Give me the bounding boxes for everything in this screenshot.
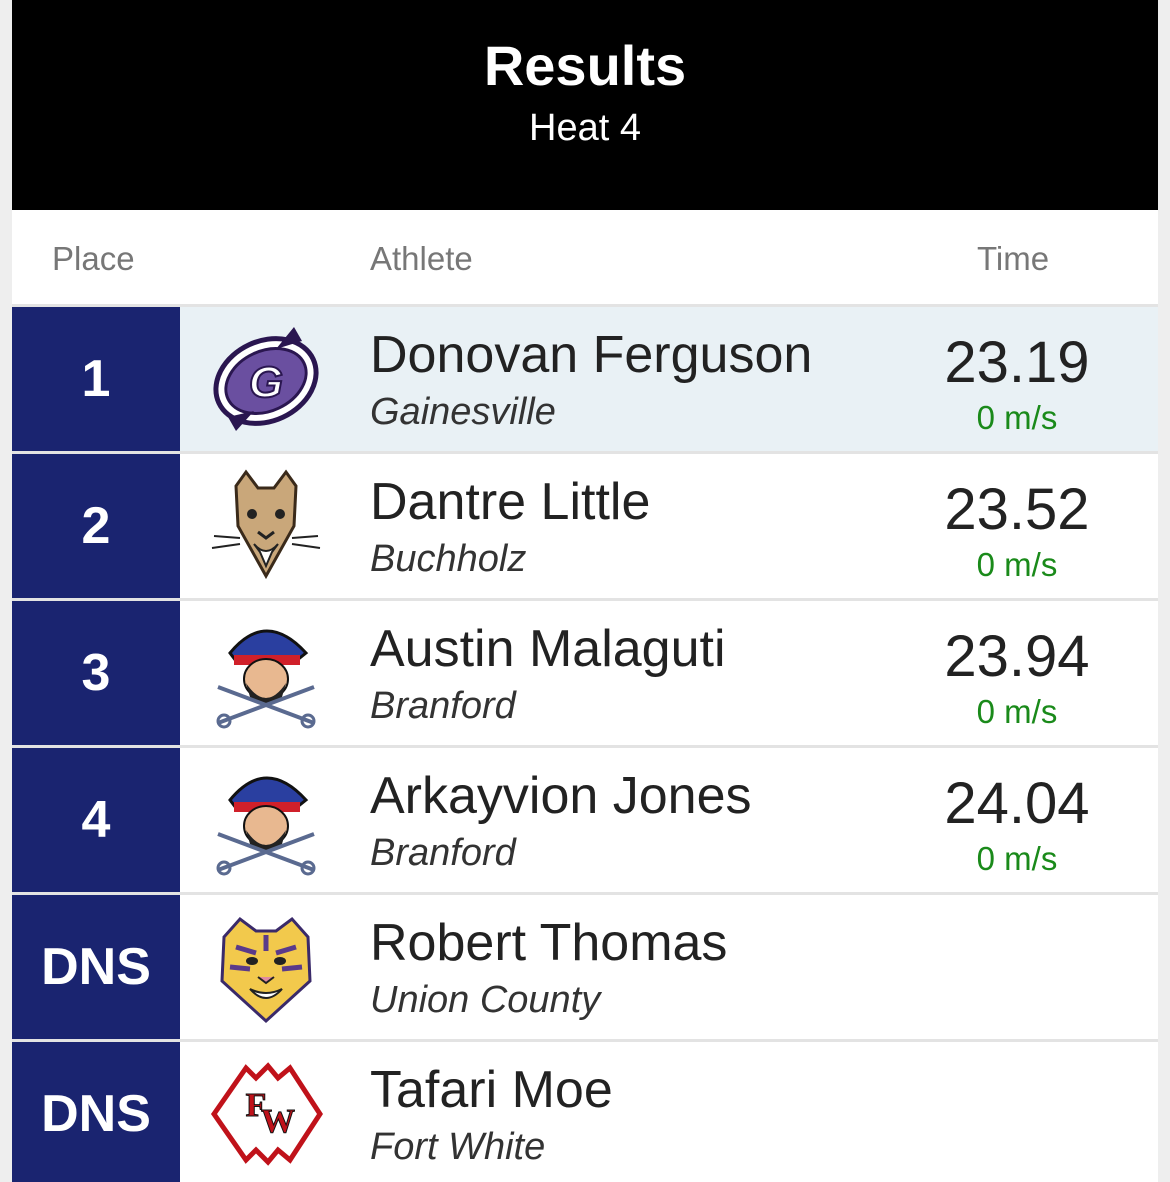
team-name: Union County xyxy=(370,979,601,1021)
arrowhead-logo-icon: F W xyxy=(206,1054,326,1174)
athlete-name: Austin Malaguti xyxy=(370,620,726,678)
athlete-name: Tafari Moe xyxy=(370,1061,613,1119)
table-header: Place Athlete Time xyxy=(12,210,1158,307)
table-row[interactable]: DNS Robert Thomas Union County xyxy=(12,895,1158,1042)
pirate-logo-icon xyxy=(206,613,326,733)
team-name: Branford xyxy=(370,685,516,727)
result-time: 23.52 xyxy=(944,477,1090,542)
table-row[interactable]: 2 Dantre Little Buchholz 23.52 0 m/s xyxy=(12,454,1158,601)
gainesville-logo-icon: G xyxy=(206,319,326,439)
team-name: Gainesville xyxy=(370,391,556,433)
bobcat-logo-icon xyxy=(206,466,326,586)
table-row[interactable]: DNS F W Tafari Moe Fort White xyxy=(12,1042,1158,1182)
athlete-name: Robert Thomas xyxy=(370,914,728,972)
results-card: Results Heat 4 Place Athlete Time 1 G Do… xyxy=(12,0,1158,1182)
place-cell: DNS xyxy=(12,1042,180,1182)
wind-reading: 0 m/s xyxy=(976,546,1058,583)
table-row[interactable]: 3 Austin Malaguti Branford 23.94 0 m/s xyxy=(12,601,1158,748)
wind-reading: 0 m/s xyxy=(976,840,1058,877)
team-name: Fort White xyxy=(370,1126,546,1168)
place-cell: DNS xyxy=(12,895,180,1039)
column-header-athlete: Athlete xyxy=(370,240,473,277)
heat-subtitle: Heat 4 xyxy=(529,107,641,149)
table-row[interactable]: 1 G Donovan Ferguson Gainesville 23.19 0… xyxy=(12,307,1158,454)
pirate-logo-icon xyxy=(206,760,326,880)
athlete-name: Arkayvion Jones xyxy=(370,767,752,825)
table-row[interactable]: 4 Arkayvion Jones Branford 24.04 0 m/s xyxy=(12,748,1158,895)
column-header-place: Place xyxy=(52,240,135,277)
results-header: Results Heat 4 xyxy=(12,0,1158,210)
wind-reading: 0 m/s xyxy=(976,693,1058,730)
wind-reading: 0 m/s xyxy=(976,399,1058,436)
page-title: Results xyxy=(483,34,687,97)
place-cell: 4 xyxy=(12,748,180,892)
result-time: 23.19 xyxy=(944,330,1090,395)
column-header-time: Time xyxy=(977,240,1050,277)
place-cell: 3 xyxy=(12,601,180,745)
place-cell: 2 xyxy=(12,454,180,598)
result-time: 24.04 xyxy=(944,771,1090,836)
team-name: Buchholz xyxy=(370,538,527,580)
athlete-name: Dantre Little xyxy=(370,473,651,531)
athlete-name: Donovan Ferguson xyxy=(370,326,813,384)
tiger-logo-icon xyxy=(206,907,326,1027)
svg-text:G: G xyxy=(249,358,283,407)
place-cell: 1 xyxy=(12,307,180,451)
team-name: Branford xyxy=(370,832,516,874)
result-time: 23.94 xyxy=(944,624,1090,689)
svg-text:W: W xyxy=(261,1103,295,1140)
